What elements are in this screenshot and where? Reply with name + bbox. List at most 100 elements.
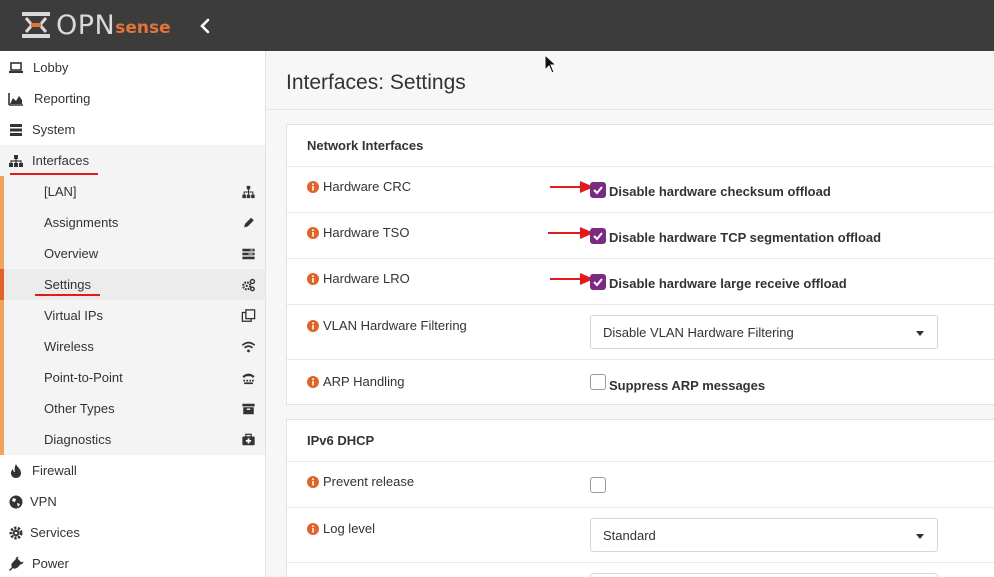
info-icon[interactable] <box>307 319 319 332</box>
sidebar-item-label: VPN <box>30 494 57 509</box>
hardware-lro-checkbox-label[interactable]: Disable hardware large receive offload <box>609 276 847 291</box>
hardware-crc-row: Hardware CRC Disable hardware checksum o… <box>287 166 994 212</box>
hardware-crc-checkbox-label[interactable]: Disable hardware checksum offload <box>609 184 831 199</box>
hardware-tso-checkbox-label[interactable]: Disable hardware TCP segmentation offloa… <box>609 230 881 245</box>
title-divider <box>266 109 994 110</box>
sidebar-subitem-label: Virtual IPs <box>44 308 104 323</box>
vlan-filtering-row: VLAN Hardware Filtering Disable VLAN Har… <box>287 304 994 359</box>
sitemap-icon <box>242 185 255 199</box>
info-icon[interactable] <box>307 475 319 488</box>
checkmark-icon <box>593 232 603 241</box>
mouse-cursor-icon <box>544 54 557 74</box>
select-value: Standard <box>603 528 656 543</box>
vlan-filtering-label: VLAN Hardware Filtering <box>323 318 467 333</box>
sidebar-item-firewall[interactable]: Firewall <box>0 455 265 486</box>
sidebar-item-label: Power <box>32 556 69 571</box>
sidebar-item-label: Services <box>30 525 80 540</box>
sidebar-subitem-other-types[interactable]: Other Types <box>0 393 265 424</box>
hardware-tso-row: Hardware TSO Disable hardware TCP segmen… <box>287 212 994 258</box>
vlan-filtering-select[interactable]: Disable VLAN Hardware Filtering <box>590 315 938 349</box>
hardware-lro-label: Hardware LRO <box>323 271 410 286</box>
opnsense-logo[interactable]: OPN sense <box>20 9 171 41</box>
info-icon[interactable] <box>307 522 319 535</box>
hardware-crc-checkbox[interactable] <box>590 182 606 198</box>
sidebar-subitem-lan[interactable]: [LAN] <box>0 176 265 207</box>
info-icon[interactable] <box>307 375 319 388</box>
cog-icon <box>9 526 23 540</box>
info-icon[interactable] <box>307 226 319 239</box>
suppress-arp-checkbox-label[interactable]: Suppress ARP messages <box>609 378 765 393</box>
main-content: Interfaces: Settings Network Interfaces … <box>266 51 994 577</box>
sidebar-subitem-assignments[interactable]: Assignments <box>0 207 265 238</box>
row-label: Hardware CRC <box>307 179 411 194</box>
sidebar-item-system[interactable]: System <box>0 114 265 145</box>
sidebar-subitem-label: Other Types <box>44 401 115 416</box>
archive-icon <box>242 403 255 415</box>
annotation-arrow-icon <box>550 181 594 193</box>
laptop-icon <box>9 62 23 73</box>
caret-down-icon <box>916 534 924 539</box>
sidebar: Lobby Reporting System Interfaces [LAN] <box>0 51 266 577</box>
sidebar-item-label: Firewall <box>32 463 77 478</box>
row-label: Prevent release <box>307 474 414 489</box>
sidebar-item-lobby[interactable]: Lobby <box>0 52 265 83</box>
sidebar-subitem-label: [LAN] <box>44 184 77 199</box>
logo-text: OPN <box>56 9 116 41</box>
suppress-arp-checkbox[interactable] <box>590 374 606 390</box>
annotation-underline <box>10 173 98 175</box>
server-icon <box>10 124 22 136</box>
medkit-icon <box>242 433 255 446</box>
log-level-row: Log level Standard <box>287 507 994 562</box>
pencil-icon <box>244 217 254 228</box>
ipv6-dhcp-panel: IPv6 DHCP Prevent release Log level Stan… <box>286 419 994 577</box>
sidebar-subitem-label: Overview <box>44 246 99 261</box>
sidebar-subitem-label: Point-to-Point <box>44 370 123 385</box>
annotation-underline <box>35 294 100 296</box>
sitemap-icon <box>9 155 23 167</box>
row-label: VLAN Hardware Filtering <box>307 318 467 333</box>
hardware-lro-row: Hardware LRO Disable hardware large rece… <box>287 258 994 304</box>
sidebar-subitem-virtual-ips[interactable]: Virtual IPs <box>0 300 265 331</box>
prevent-release-label: Prevent release <box>323 474 415 489</box>
log-level-select[interactable]: Standard <box>590 518 938 552</box>
tty-icon <box>242 373 255 385</box>
clone-icon <box>241 309 256 322</box>
sidebar-item-vpn[interactable]: VPN <box>0 486 265 517</box>
info-icon[interactable] <box>307 180 319 193</box>
network-interfaces-panel: Network Interfaces Hardware CRC Disable … <box>286 124 994 405</box>
sidebar-subitem-wireless[interactable]: Wireless <box>0 331 265 362</box>
top-navbar: OPN sense <box>0 0 994 51</box>
sidebar-subitem-label: Settings <box>44 277 91 292</box>
collapse-sidebar-button[interactable] <box>197 17 213 35</box>
sidebar-item-label: Lobby <box>33 60 69 75</box>
hardware-tso-checkbox[interactable] <box>590 228 606 244</box>
hardware-crc-label: Hardware CRC <box>323 179 412 194</box>
sidebar-subitem-point-to-point[interactable]: Point-to-Point <box>0 362 265 393</box>
sidebar-item-power[interactable]: Power <box>0 548 265 577</box>
tasks-icon <box>242 248 255 260</box>
info-icon[interactable] <box>307 272 319 285</box>
sidebar-subitem-overview[interactable]: Overview <box>0 238 265 269</box>
hardware-lro-checkbox[interactable] <box>590 274 606 290</box>
sidebar-item-services[interactable]: Services <box>0 517 265 548</box>
select-value: Disable VLAN Hardware Filtering <box>603 325 794 340</box>
checkmark-icon <box>593 186 603 195</box>
area-chart-icon <box>8 93 23 106</box>
sidebar-subitem-label: Diagnostics <box>44 432 112 447</box>
sidebar-item-interfaces[interactable]: Interfaces <box>0 145 265 176</box>
sidebar-item-label: Interfaces <box>32 153 90 168</box>
logo-mark-icon <box>22 12 50 38</box>
prevent-release-checkbox[interactable] <box>590 477 606 493</box>
row-label: Hardware LRO <box>307 271 410 286</box>
sidebar-item-label: System <box>32 122 76 137</box>
sidebar-subitem-diagnostics[interactable]: Diagnostics <box>0 424 265 455</box>
sidebar-item-reporting[interactable]: Reporting <box>0 83 265 114</box>
next-option-row <box>287 562 994 577</box>
next-option-select[interactable] <box>590 573 938 577</box>
arp-handling-row: ARP Handling Suppress ARP messages <box>287 359 994 405</box>
plug-icon <box>9 556 24 571</box>
row-label: ARP Handling <box>307 374 404 389</box>
checkmark-icon <box>593 278 603 287</box>
sidebar-item-label: Reporting <box>34 91 91 106</box>
wifi-icon <box>241 341 256 353</box>
